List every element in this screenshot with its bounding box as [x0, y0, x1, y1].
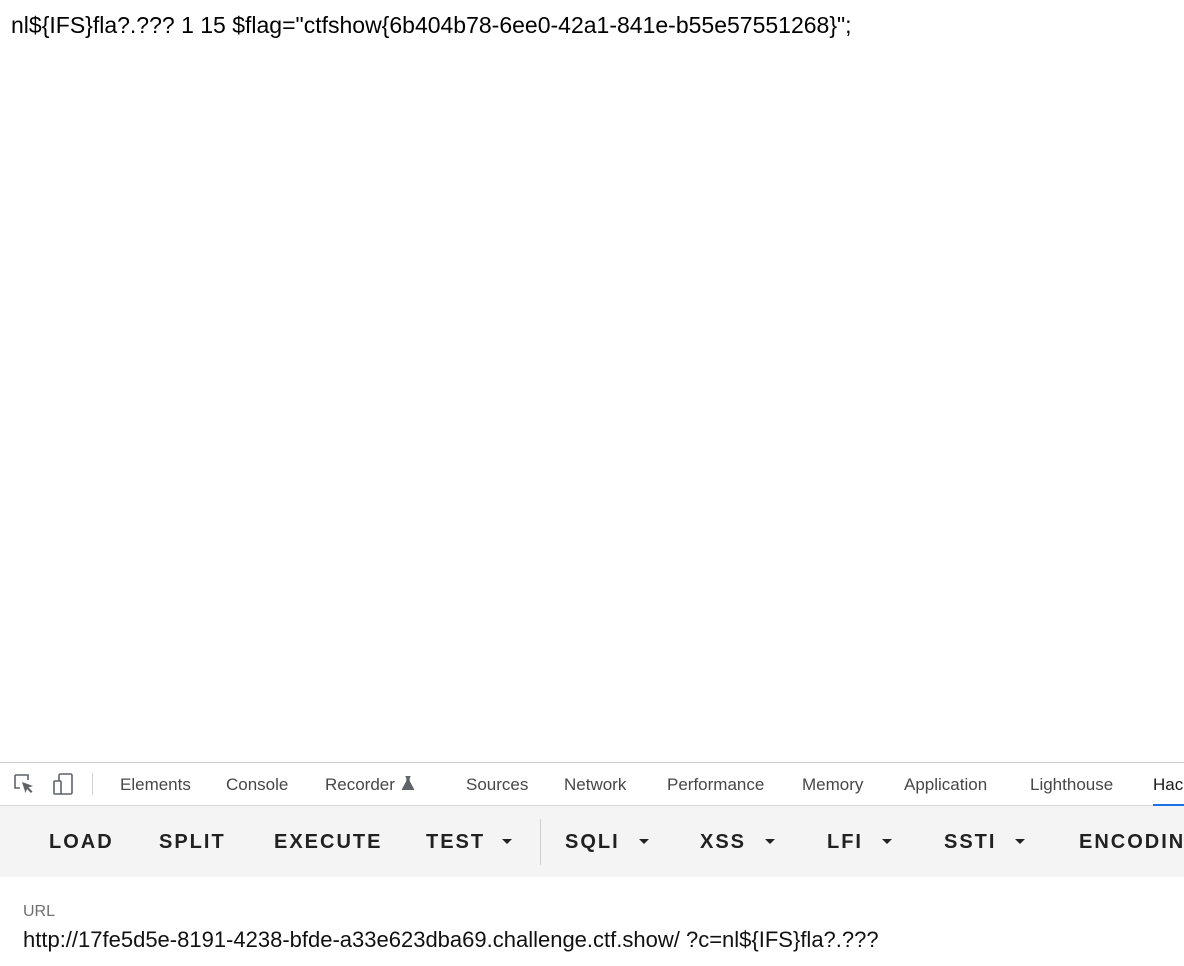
- chevron-down-icon: [502, 839, 513, 844]
- url-field[interactable]: URL http://17fe5d5e-8191-4238-bfde-a33e6…: [0, 877, 1184, 966]
- load-button[interactable]: LOAD: [49, 806, 114, 877]
- test-menu-button[interactable]: TEST: [426, 806, 513, 877]
- devtools-panel: Elements Console Recorder Sources Networ…: [0, 762, 1184, 966]
- lfi-menu-label: LFI: [827, 831, 863, 853]
- device-toolbar-icon[interactable]: [52, 772, 76, 796]
- flask-icon: [401, 764, 415, 808]
- url-input[interactable]: http://17fe5d5e-8191-4238-bfde-a33e623db…: [23, 927, 879, 953]
- hackbar-toolbar: LOAD SPLIT EXECUTE TEST SQLI XSS LFI SST…: [0, 806, 1184, 877]
- xss-menu-button[interactable]: XSS: [700, 806, 776, 877]
- xss-menu-label: XSS: [700, 831, 747, 853]
- chevron-down-icon: [765, 839, 776, 844]
- tab-lighthouse[interactable]: Lighthouse: [1030, 763, 1113, 805]
- sqli-menu-button[interactable]: SQLI: [565, 806, 649, 877]
- tab-performance[interactable]: Performance: [667, 763, 764, 805]
- url-label: URL: [23, 903, 56, 920]
- tab-network[interactable]: Network: [564, 763, 626, 805]
- toolbar-divider: [540, 819, 541, 865]
- chevron-down-icon: [882, 839, 892, 844]
- devtools-separator: [92, 773, 93, 795]
- ssti-menu-button[interactable]: SSTI: [944, 806, 1026, 877]
- page-output-text: nl${IFS}fla?.??? 1 15 $flag="ctfshow{6b4…: [11, 12, 852, 38]
- tab-hackbar[interactable]: Hac: [1153, 763, 1184, 806]
- execute-button[interactable]: EXECUTE: [274, 806, 382, 877]
- tab-sources[interactable]: Sources: [466, 763, 528, 805]
- test-menu-label: TEST: [426, 831, 486, 853]
- tab-recorder[interactable]: Recorder: [325, 763, 415, 805]
- ssti-menu-label: SSTI: [944, 831, 997, 853]
- lfi-menu-button[interactable]: LFI: [827, 806, 892, 877]
- chevron-down-icon: [1015, 839, 1026, 844]
- tab-console[interactable]: Console: [226, 763, 288, 805]
- sqli-menu-label: SQLI: [565, 831, 620, 853]
- encoding-menu-button[interactable]: ENCODIN: [1079, 806, 1184, 877]
- inspect-element-icon[interactable]: [12, 772, 36, 796]
- split-button[interactable]: SPLIT: [159, 806, 226, 877]
- tab-recorder-label: Recorder: [325, 775, 395, 794]
- tab-elements[interactable]: Elements: [120, 763, 191, 805]
- devtools-tab-bar: Elements Console Recorder Sources Networ…: [0, 763, 1184, 806]
- tab-memory[interactable]: Memory: [802, 763, 863, 805]
- browser-page: nl${IFS}fla?.??? 1 15 $flag="ctfshow{6b4…: [0, 0, 1184, 966]
- tab-application[interactable]: Application: [904, 763, 987, 805]
- chevron-down-icon: [638, 839, 649, 844]
